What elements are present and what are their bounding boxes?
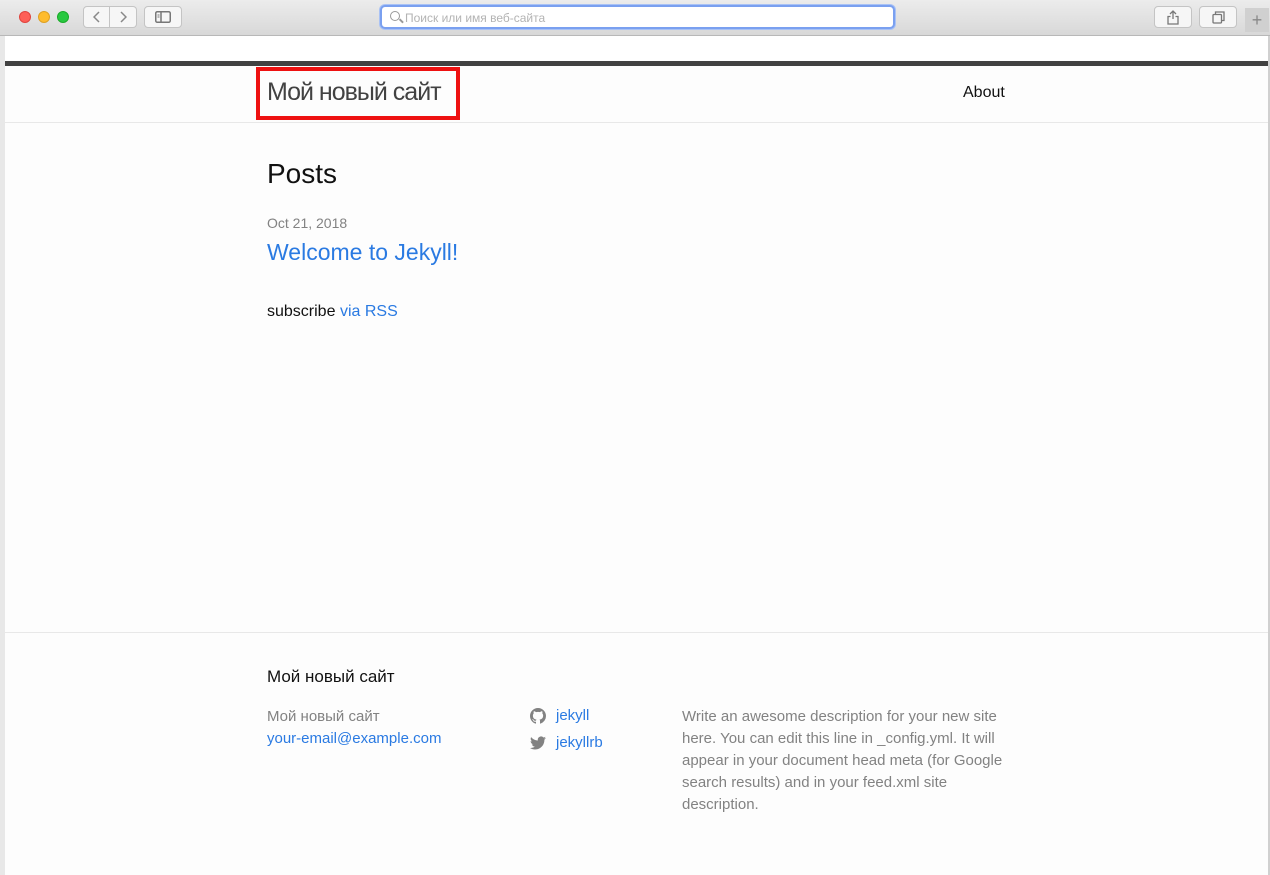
zoom-window-button[interactable] [57, 11, 69, 23]
subscribe-label: subscribe [267, 303, 336, 320]
footer-email-link[interactable]: your-email@example.com [267, 730, 441, 747]
back-button[interactable] [83, 6, 110, 28]
github-link[interactable]: jekyll [556, 707, 589, 724]
browser-toolbar: + [0, 0, 1270, 36]
site-title[interactable]: Мой новый сайт [267, 78, 442, 107]
tab-overview-button[interactable] [1199, 6, 1237, 28]
address-input[interactable] [405, 9, 885, 26]
new-tab-button[interactable]: + [1245, 8, 1269, 32]
github-social-item: jekyll [530, 707, 589, 724]
page-heading: Posts [267, 158, 338, 189]
footer-site-name: Мой новый сайт [267, 708, 380, 725]
nav-link-about[interactable]: About [963, 84, 1005, 102]
share-button[interactable] [1154, 6, 1192, 28]
page-top-space [5, 36, 1268, 61]
twitter-link[interactable]: jekyllrb [556, 734, 603, 751]
sidebar-icon [155, 11, 171, 23]
forward-button[interactable] [110, 6, 137, 28]
minimize-window-button[interactable] [38, 11, 50, 23]
tabs-icon [1211, 10, 1225, 24]
sidebar-toggle-button[interactable] [144, 6, 182, 28]
address-bar[interactable] [380, 5, 895, 29]
history-nav [83, 6, 137, 28]
rss-link[interactable]: via RSS [340, 303, 398, 320]
post-title-link[interactable]: Welcome to Jekyll! [267, 239, 458, 266]
twitter-social-item: jekyllrb [530, 734, 603, 751]
subscribe-line: subscribe via RSS [267, 303, 398, 321]
share-icon [1167, 9, 1179, 25]
post-date: Oct 21, 2018 [267, 215, 348, 231]
chevron-right-icon [120, 11, 127, 23]
github-icon [530, 707, 546, 724]
search-icon [390, 11, 400, 21]
twitter-icon [530, 736, 546, 749]
close-window-button[interactable] [19, 11, 31, 23]
site-description: Write an awesome description for your ne… [682, 708, 1003, 813]
site-header [5, 61, 1268, 123]
site-footer [5, 632, 1268, 875]
footer-heading: Мой новый сайт [267, 667, 395, 686]
chevron-left-icon [92, 11, 100, 23]
